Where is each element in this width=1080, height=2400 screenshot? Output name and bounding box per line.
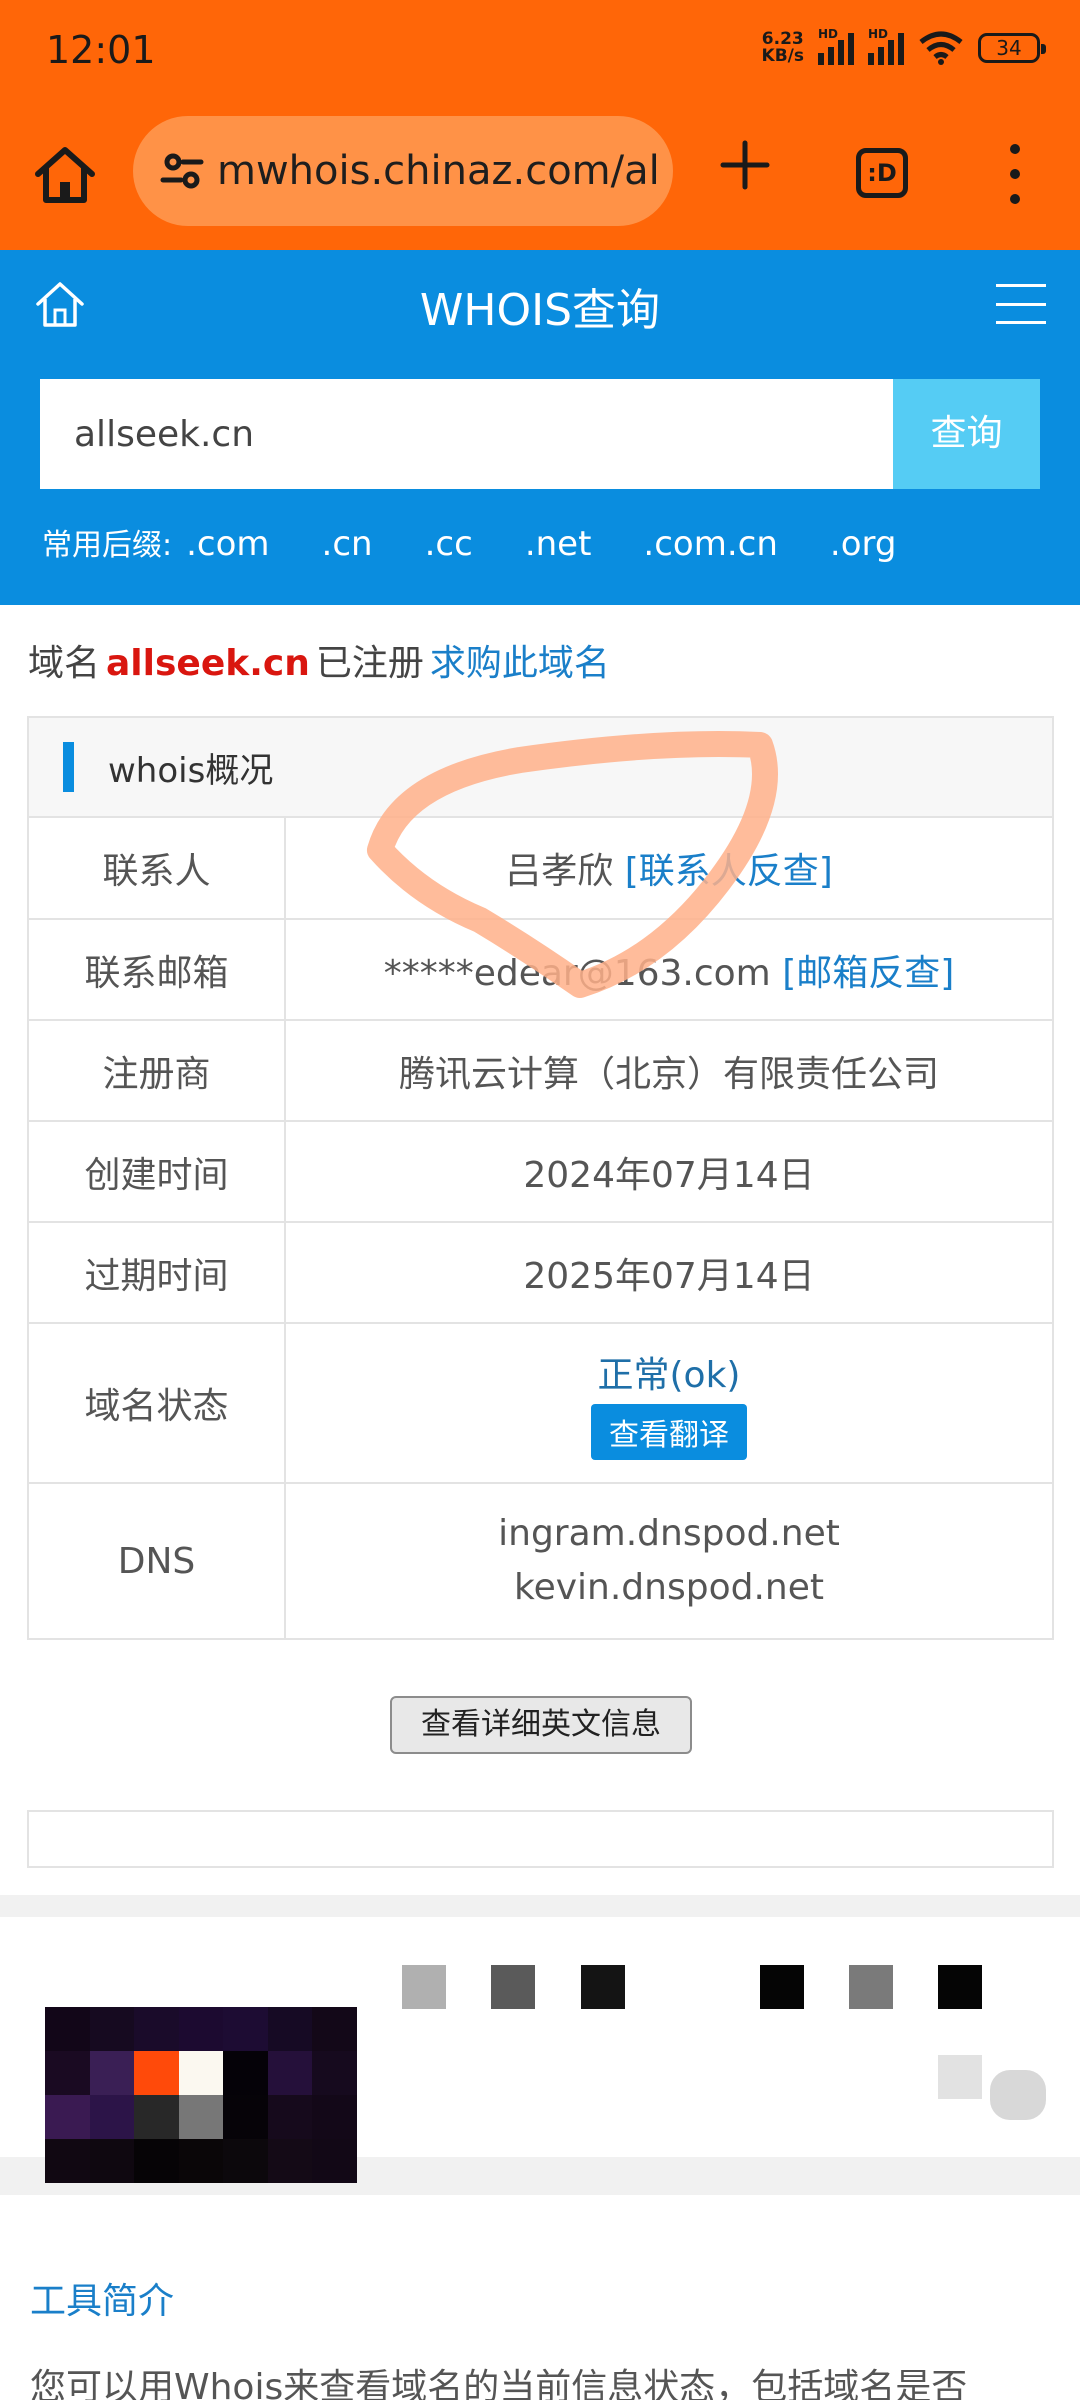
row-key: 过期时间 — [29, 1221, 286, 1323]
tool-intro-text: 您可以用Whois来查看域名的当前信息状态，包括域名是否 — [30, 2367, 968, 2400]
table-row: 联系人 吕孝欣 [联系人反查] — [29, 818, 1052, 919]
hamburger-menu-icon[interactable] — [996, 284, 1046, 324]
site-title: WHOIS查询 — [419, 285, 661, 336]
suffix-link-net[interactable]: .net — [525, 524, 592, 564]
status-time: 12:01 — [46, 28, 156, 72]
home-icon[interactable] — [30, 140, 100, 210]
domain-status-line: 域名 allseek.cn 已注册 求购此域名 — [28, 634, 610, 686]
registered-label: 已注册 — [315, 643, 424, 684]
ad-square — [938, 1965, 982, 2009]
buy-domain-link[interactable]: 求购此域名 — [430, 643, 610, 684]
table-row: 域名状态 正常(ok) 查看翻译 — [29, 1322, 1052, 1483]
domain-name: allseek.cn — [106, 643, 310, 684]
status-icons: 6.23 KB/s HD HD 34 — [761, 27, 1046, 66]
contact-email: *****edear@163.com — [383, 952, 771, 994]
tool-intro-title: 工具简介 — [30, 2281, 175, 2322]
row-key: 联系邮箱 — [29, 918, 286, 1020]
table-row: 过期时间 2025年07月14日 — [29, 1221, 1052, 1323]
ad-square — [849, 1965, 893, 2009]
suffix-link-com[interactable]: .com — [186, 524, 269, 564]
ad-banner[interactable] — [0, 1895, 1080, 2195]
row-value: ingram.dnspod.net kevin.dnspod.net — [285, 1482, 1052, 1638]
url-text[interactable]: mwhois.chinaz.com/al — [217, 148, 660, 194]
row-key: DNS — [29, 1482, 286, 1638]
row-key: 创建时间 — [29, 1120, 286, 1222]
network-speed: 6.23 KB/s — [761, 29, 804, 66]
row-key: 域名状态 — [29, 1322, 286, 1483]
dns-server: kevin.dnspod.net — [514, 1567, 824, 1608]
suffix-link-cc[interactable]: .cc — [425, 524, 473, 564]
address-bar[interactable]: mwhois.chinaz.com/al — [133, 116, 673, 226]
row-value: 正常(ok) 查看翻译 — [285, 1322, 1052, 1483]
suffix-label: 常用后缀: — [42, 528, 173, 563]
row-value: *****edear@163.com [邮箱反查] — [285, 918, 1052, 1020]
suffix-link-com-cn[interactable]: .com.cn — [643, 524, 777, 564]
created-date-value: 2024年07月14日 — [285, 1120, 1052, 1222]
wifi-icon — [919, 31, 963, 65]
ad-square — [938, 2055, 982, 2099]
search-button[interactable]: 查询 — [893, 379, 1040, 489]
more-vert-icon[interactable] — [1000, 144, 1030, 204]
site-settings-icon[interactable] — [157, 146, 207, 196]
ad-square — [491, 1965, 535, 2009]
contact-name: 吕孝欣 — [505, 851, 614, 892]
browser-toolbar: mwhois.chinaz.com/al :D — [0, 100, 1080, 250]
ad-square — [760, 1965, 804, 2009]
status-bar: 12:01 6.23 KB/s HD HD 34 — [0, 0, 1080, 100]
whois-table: 联系人 吕孝欣 [联系人反查] 联系邮箱 *****edear@163.com … — [29, 818, 1052, 1638]
signal-icon: HD — [818, 27, 854, 65]
view-translation-button[interactable]: 查看翻译 — [591, 1404, 747, 1460]
view-english-details-button[interactable]: 查看详细英文信息 — [390, 1696, 692, 1754]
battery-icon: 34 — [978, 33, 1046, 63]
row-key: 联系人 — [29, 818, 286, 919]
table-row: 创建时间 2024年07月14日 — [29, 1120, 1052, 1222]
ad-square — [581, 1965, 625, 2009]
ad-square — [402, 1965, 446, 2009]
table-row: 注册商 腾讯云计算（北京）有限责任公司 — [29, 1019, 1052, 1121]
ad-square — [990, 2070, 1046, 2120]
domain-prefix: 域名 — [28, 643, 101, 684]
expiry-date-value: 2025年07月14日 — [285, 1221, 1052, 1323]
ad-image — [45, 2007, 357, 2183]
domain-status-value[interactable]: 正常(ok) — [286, 1346, 1052, 1398]
accent-bar — [63, 742, 74, 792]
table-row: 联系邮箱 *****edear@163.com [邮箱反查] — [29, 918, 1052, 1020]
signal-icon-2: HD — [868, 27, 904, 65]
whois-card-title: whois概况 — [108, 750, 274, 791]
tabs-icon[interactable]: :D — [856, 148, 908, 198]
email-reverse-lookup-link[interactable]: [邮箱反查] — [782, 953, 954, 994]
plus-icon[interactable] — [720, 140, 770, 190]
site-header: WHOIS查询 allseek.cn 查询 常用后缀: .com .cn .cc… — [0, 250, 1080, 605]
table-row: DNS ingram.dnspod.net kevin.dnspod.net — [29, 1482, 1052, 1638]
empty-panel — [27, 1810, 1054, 1868]
registrar-value: 腾讯云计算（北京）有限责任公司 — [285, 1019, 1052, 1121]
whois-card: whois概况 联系人 吕孝欣 [联系人反查] 联系邮箱 *****edear@… — [27, 716, 1054, 1640]
suffix-link-cn[interactable]: .cn — [322, 524, 373, 564]
whois-card-header: whois概况 — [29, 718, 1052, 818]
contact-reverse-lookup-link[interactable]: [联系人反查] — [625, 851, 833, 892]
dns-server: ingram.dnspod.net — [498, 1513, 840, 1554]
search-input[interactable]: allseek.cn — [40, 379, 893, 489]
suffix-link-org[interactable]: .org — [830, 524, 897, 564]
row-key: 注册商 — [29, 1019, 286, 1121]
row-value: 吕孝欣 [联系人反查] — [285, 818, 1052, 919]
suffix-row: 常用后缀: .com .cn .cc .net .com.cn .org — [42, 520, 948, 564]
